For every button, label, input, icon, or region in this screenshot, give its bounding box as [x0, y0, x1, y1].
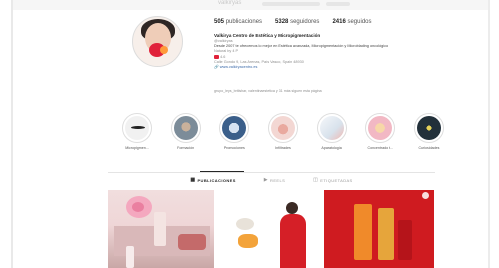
flower-center-image	[132, 202, 144, 212]
stat-followers[interactable]: 5328 seguidores	[275, 19, 319, 25]
highlight-label: Promociones	[223, 146, 245, 150]
stat-following[interactable]: 2416 seguidos	[332, 19, 371, 25]
play-icon	[214, 54, 219, 59]
tag-icon: ◫	[313, 177, 319, 183]
highlight-aparatologia[interactable]: Aparatología	[313, 113, 351, 150]
left-border	[11, 0, 13, 268]
bowl-image	[238, 234, 258, 248]
post-thumbnail-1[interactable]	[108, 190, 214, 268]
highlight-concentrado[interactable]: Concentrado t...	[361, 113, 399, 150]
avatar-flower-center	[160, 46, 168, 54]
faint-button[interactable]	[262, 2, 320, 6]
small-bottle-image	[126, 246, 134, 268]
highlight-infiltrades[interactable]: Infiltrades	[264, 113, 302, 150]
top-bar	[13, 0, 488, 10]
profile-tabs: ▦ PUBLICACIONES ▶ REELS ◫ ETIQUETADAS	[108, 177, 435, 183]
stat-posts: 505 publicaciones	[214, 19, 263, 25]
tab-tagged[interactable]: ◫ ETIQUETADAS	[313, 177, 352, 183]
profile-avatar[interactable]	[132, 16, 183, 67]
followed-by[interactable]: grupo_leys_britishar, valentinaestetica …	[214, 89, 322, 93]
profile-stats: 505 publicaciones 5328 seguidores 2416 s…	[214, 19, 372, 25]
tabs-divider	[108, 172, 435, 173]
username-partial: valkiryas	[218, 0, 242, 6]
bio-line-1: Desde 2007 te ofrecemos lo mejor en Esté…	[214, 44, 389, 49]
profile-name: Valkirya Centro de Estética y Micropigme…	[214, 33, 321, 38]
highlight-label: Formación	[177, 146, 195, 150]
jar-image	[178, 234, 206, 250]
right-border	[488, 0, 490, 268]
tab-posts[interactable]: ▦ PUBLICACIONES	[190, 177, 235, 183]
highlight-formacion[interactable]: Formación	[167, 113, 205, 150]
multi-post-icon	[422, 192, 429, 199]
post-thumbnail-2[interactable]	[216, 190, 322, 268]
post-thumbnail-3[interactable]	[324, 190, 434, 268]
highlight-curiosidades[interactable]: Curiosidades	[410, 113, 448, 150]
profile-bio: @valkiryas Desde 2007 te ofrecemos lo me…	[214, 39, 404, 70]
highlight-label: Infiltrades	[275, 146, 291, 150]
highlight-promociones[interactable]: Promociones	[215, 113, 253, 150]
tab-reels[interactable]: ▶ REELS	[264, 177, 285, 183]
red-dress-image	[280, 214, 306, 268]
woman-hair-image	[286, 202, 298, 214]
highlight-label: Aparatología	[321, 146, 342, 150]
highlight-label: Concentrado t...	[367, 146, 394, 150]
website-link[interactable]: 🔗 www.valkiryacentro.es	[214, 65, 404, 70]
grid-icon: ▦	[190, 177, 196, 183]
bottle-image	[154, 212, 166, 246]
highlight-label: Curiosidades	[418, 146, 440, 150]
highlight-label: Micropigmen...	[125, 146, 149, 150]
highlight-micropigmentacion[interactable]: Micropigmen...	[118, 113, 156, 150]
product-box-image	[354, 204, 372, 260]
reels-icon: ▶	[263, 177, 269, 183]
story-highlights: Micropigmen... Formación Promociones Inf…	[118, 113, 448, 150]
faint-button-2[interactable]	[326, 2, 350, 6]
product-box-image-2	[378, 208, 394, 260]
active-tab-indicator	[200, 171, 244, 172]
product-box-image-3	[398, 220, 412, 260]
towel-image	[236, 218, 254, 230]
